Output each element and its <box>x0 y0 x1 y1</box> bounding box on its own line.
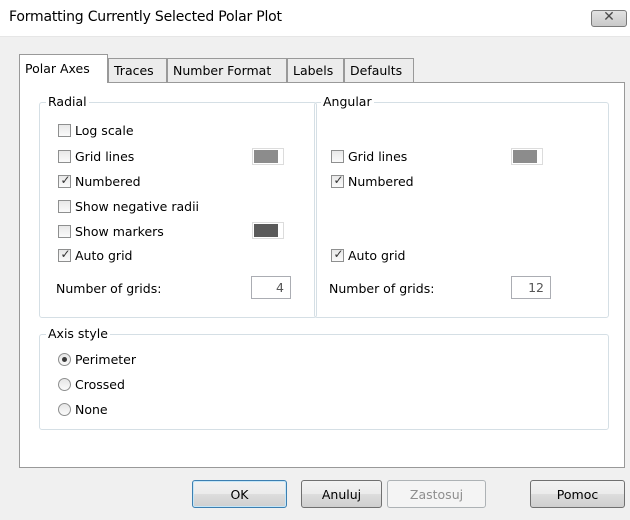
angular-grid-lines-label: Grid lines <box>348 148 408 164</box>
markers-color-swatch <box>254 224 278 237</box>
tab-label: Polar Axes <box>25 61 90 76</box>
apply-button[interactable]: Zastosuj <box>387 480 486 508</box>
checkbox-box: ✓ <box>58 172 71 188</box>
angular-numbered-checkbox[interactable]: ✓ Numbered <box>331 172 414 190</box>
tab-label: Defaults <box>350 63 403 78</box>
angular-group-title: Angular <box>321 94 374 109</box>
angular-number-of-grids-input[interactable]: 12 <box>511 276 551 299</box>
radial-grid-lines-color-button[interactable] <box>252 148 284 165</box>
crossed-label: Crossed <box>75 376 125 392</box>
checkbox-box: ✓ <box>331 246 344 262</box>
angular-auto-grid-label: Auto grid <box>348 247 406 263</box>
axis-style-perimeter-radio[interactable]: Perimeter <box>58 350 136 368</box>
tab-number-format[interactable]: Number Format <box>167 58 287 82</box>
radial-group: Radial Log scale Grid lines ✓ Numbered S… <box>39 94 317 318</box>
close-button[interactable]: ✕ <box>591 9 627 27</box>
log-scale-checkbox[interactable]: Log scale <box>58 121 134 139</box>
radial-numbered-label: Numbered <box>75 173 141 189</box>
axis-style-group: Axis style Perimeter Crossed None <box>39 326 609 430</box>
angular-group: Angular Grid lines ✓ Numbered ✓ Auto gri… <box>314 94 609 318</box>
tab-label: Labels <box>293 63 334 78</box>
axis-style-group-title: Axis style <box>46 326 110 341</box>
cancel-button[interactable]: Anuluj <box>301 480 382 508</box>
radial-group-title: Radial <box>46 94 89 109</box>
tab-labels[interactable]: Labels <box>287 58 344 82</box>
check-mark-icon: ✓ <box>60 246 71 261</box>
log-scale-label: Log scale <box>75 122 134 138</box>
checkbox-box <box>331 149 344 163</box>
angular-grid-lines-checkbox[interactable]: Grid lines <box>331 147 407 165</box>
radial-numbered-checkbox[interactable]: ✓ Numbered <box>58 172 141 190</box>
checkbox-box <box>58 123 71 137</box>
tab-label: Traces <box>114 63 154 78</box>
radial-auto-grid-checkbox[interactable]: ✓ Auto grid <box>58 246 132 264</box>
check-mark-icon: ✓ <box>333 246 344 261</box>
title-bar: Formatting Currently Selected Polar Plot… <box>0 0 630 37</box>
show-negative-radii-label: Show negative radii <box>75 198 200 214</box>
checkbox-box: ✓ <box>58 246 71 262</box>
radio-circle <box>58 377 71 391</box>
angular-auto-grid-checkbox[interactable]: ✓ Auto grid <box>331 246 405 264</box>
help-button[interactable]: Pomoc <box>530 480 625 508</box>
axis-style-none-radio[interactable]: None <box>58 400 108 418</box>
checkbox-box <box>58 199 71 213</box>
radio-circle <box>58 402 71 416</box>
perimeter-label: Perimeter <box>75 351 136 367</box>
tab-defaults[interactable]: Defaults <box>344 58 414 82</box>
polar-axes-panel: Radial Log scale Grid lines ✓ Numbered S… <box>19 82 625 468</box>
radial-number-of-grids-input[interactable]: 4 <box>251 276 291 299</box>
check-mark-icon: ✓ <box>333 172 344 187</box>
none-label: None <box>75 401 108 417</box>
show-markers-checkbox[interactable]: Show markers <box>58 222 164 240</box>
radial-grid-color-swatch <box>254 150 278 163</box>
close-icon: ✕ <box>603 9 615 25</box>
window-title: Formatting Currently Selected Polar Plot <box>9 9 282 25</box>
tab-polar-axes[interactable]: Polar Axes <box>19 54 108 83</box>
radial-number-of-grids-label: Number of grids: <box>56 281 162 296</box>
angular-numbered-label: Numbered <box>348 173 414 189</box>
radial-auto-grid-label: Auto grid <box>75 247 133 263</box>
tab-traces[interactable]: Traces <box>108 58 167 82</box>
angular-number-of-grids-label: Number of grids: <box>329 281 435 296</box>
angular-grid-color-swatch <box>513 150 537 163</box>
axis-style-crossed-radio[interactable]: Crossed <box>58 375 125 393</box>
radio-circle <box>58 352 71 366</box>
show-markers-label: Show markers <box>75 223 164 239</box>
ok-button[interactable]: OK <box>192 480 287 508</box>
radio-selected-dot <box>62 356 67 362</box>
show-markers-color-button[interactable] <box>252 222 284 239</box>
checkbox-box: ✓ <box>331 172 344 188</box>
radial-grid-lines-label: Grid lines <box>75 148 135 164</box>
angular-grid-lines-color-button[interactable] <box>511 148 543 165</box>
check-mark-icon: ✓ <box>60 172 71 187</box>
radial-grid-lines-checkbox[interactable]: Grid lines <box>58 147 134 165</box>
checkbox-box <box>58 224 71 238</box>
show-negative-radii-checkbox[interactable]: Show negative radii <box>58 197 199 215</box>
checkbox-box <box>58 149 71 163</box>
tab-label: Number Format <box>173 63 272 78</box>
